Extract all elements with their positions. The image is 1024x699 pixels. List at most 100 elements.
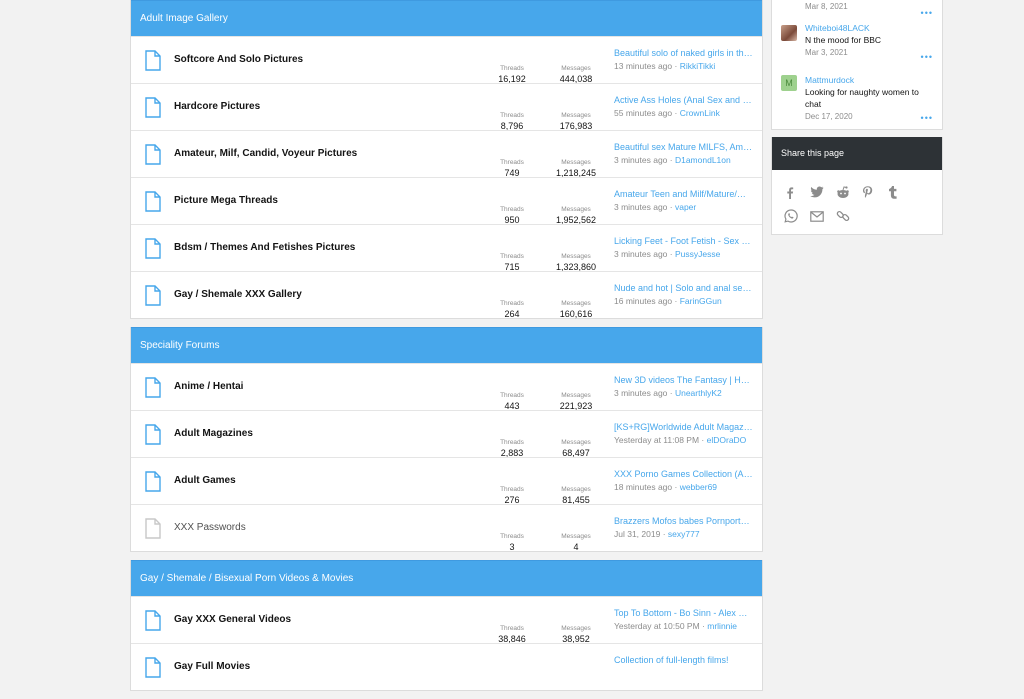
latest-thread-link[interactable]: Collection of full-length films! [614, 654, 754, 667]
twitter-icon[interactable] [810, 180, 836, 204]
category-title[interactable]: Speciality Forums [140, 340, 219, 351]
latest-post: Top To Bottom - Bo Sinn - Alex … Yesterd… [614, 607, 754, 633]
email-icon[interactable] [810, 204, 836, 228]
profile-post-date[interactable]: Mar 3, 2021 [805, 46, 934, 59]
latest-thread-link[interactable]: Amateur Teen and Milf/Mature/… [614, 188, 754, 201]
profile-post-user[interactable]: Whiteboi48LACK [805, 22, 934, 34]
latest-user-link[interactable]: sexy777 [668, 529, 700, 539]
messages-stat: Messages 4 [554, 532, 598, 554]
latest-time[interactable]: 3 minutes ago [614, 388, 667, 398]
forum-node[interactable]: Gay / Shemale XXX Gallery Threads 264 Mes… [131, 271, 762, 319]
latest-user-link[interactable]: webber69 [680, 482, 717, 492]
latest-user-link[interactable]: CrownLink [680, 108, 720, 118]
latest-time[interactable]: 18 minutes ago [614, 482, 672, 492]
forum-title[interactable]: Gay XXX General Videos [174, 597, 291, 643]
share-widget: Share this page [771, 137, 943, 235]
profile-post-date[interactable]: Dec 17, 2020 [805, 110, 934, 123]
forum-title[interactable]: Softcore And Solo Pictures [174, 37, 303, 83]
latest-user-link[interactable]: PussyJesse [675, 249, 720, 259]
forum-node[interactable]: Adult Magazines Threads 2,883 Messages 68,… [131, 410, 762, 458]
latest-time[interactable]: Jul 31, 2019 [614, 529, 660, 539]
threads-label: Threads [500, 159, 524, 166]
latest-time[interactable]: 13 minutes ago [614, 61, 672, 71]
pinterest-icon[interactable] [862, 180, 888, 204]
latest-time[interactable]: 55 minutes ago [614, 108, 672, 118]
latest-thread-link[interactable]: Top To Bottom - Bo Sinn - Alex … [614, 607, 754, 620]
latest-time[interactable]: 16 minutes ago [614, 296, 672, 306]
latest-time[interactable]: Yesterday at 10:50 PM [614, 621, 700, 631]
forum-title[interactable]: Adult Magazines [174, 411, 253, 457]
forum-document-icon [145, 238, 161, 259]
avatar[interactable] [781, 25, 797, 41]
tumblr-icon[interactable] [888, 180, 914, 204]
threads-label: Threads [500, 65, 524, 72]
latest-user-link[interactable]: D1amondL1on [675, 155, 731, 165]
forum-title[interactable]: Bdsm / Themes And Fetishes Pictures [174, 225, 355, 271]
facebook-icon[interactable] [784, 180, 810, 204]
latest-thread-link[interactable]: Beautiful sex Mature MILFS, Ama… [614, 141, 754, 154]
forum-node[interactable]: Gay XXX General Videos Threads 38,846 Mes… [131, 596, 762, 644]
latest-user-link[interactable]: mrlinnie [707, 621, 737, 631]
category-title[interactable]: Gay / Shemale / Bisexual Porn Videos & M… [140, 573, 353, 584]
latest-post: Licking Feet - Foot Fetish - Sex … 3 min… [614, 235, 754, 261]
sidebar: Mar 8, 2021 ••• Whiteboi48LACK N the moo… [771, 0, 943, 243]
forum-node[interactable]: Softcore And Solo Pictures Threads 16,192… [131, 36, 762, 84]
messages-label: Messages [561, 253, 591, 260]
latest-user-link[interactable]: elDOraDO [707, 435, 747, 445]
forum-node[interactable]: Picture Mega Threads Threads 950 Messages… [131, 177, 762, 225]
latest-thread-link[interactable]: Active Ass Holes (Anal Sex and D… [614, 94, 754, 107]
category-header[interactable]: Gay / Shemale / Bisexual Porn Videos & M… [131, 560, 762, 596]
more-options-icon[interactable]: ••• [921, 113, 933, 123]
latest-user-link[interactable]: FarinGGun [680, 296, 722, 306]
forum-title[interactable]: XXX Passwords [174, 505, 246, 551]
forum-title[interactable]: Gay / Shemale XXX Gallery [174, 272, 302, 318]
latest-time[interactable]: 3 minutes ago [614, 155, 667, 165]
forum-node[interactable]: Gay Full Movies Collection of full-lengt… [131, 643, 762, 690]
latest-user-link[interactable]: RikkiTikki [680, 61, 716, 71]
latest-thread-link[interactable]: Brazzers Mofos babes Pornportal… [614, 515, 754, 528]
category-adult-image-gallery: Adult Image Gallery Softcore And Solo Pi… [130, 0, 763, 319]
latest-post: Amateur Teen and Milf/Mature/… 3 minutes… [614, 188, 754, 214]
forum-title[interactable]: Hardcore Pictures [174, 84, 260, 130]
forum-title[interactable]: Adult Games [174, 458, 236, 504]
profile-post-date[interactable]: Mar 8, 2021 [805, 0, 934, 13]
forum-node[interactable]: XXX Passwords Threads 3 Messages 4 Brazzer… [131, 504, 762, 554]
profile-post-user[interactable]: Mattmurdock [805, 74, 934, 86]
forum-title[interactable]: Picture Mega Threads [174, 178, 278, 224]
latest-thread-link[interactable]: Licking Feet - Foot Fetish - Sex … [614, 235, 754, 248]
threads-label: Threads [500, 300, 524, 307]
forum-node[interactable]: Hardcore Pictures Threads 8,796 Messages 1… [131, 83, 762, 131]
latest-time[interactable]: 3 minutes ago [614, 202, 667, 212]
forum-title[interactable]: Anime / Hentai [174, 364, 243, 410]
category-speciality-forums: Speciality Forums Anime / Hentai Threads… [130, 327, 763, 552]
messages-label: Messages [561, 159, 591, 166]
category-title[interactable]: Adult Image Gallery [140, 13, 228, 24]
latest-thread-link[interactable]: Nude and hot | Solo and anal sex… [614, 282, 754, 295]
latest-time[interactable]: 3 minutes ago [614, 249, 667, 259]
latest-thread-link[interactable]: XXX Porno Games Collection (All … [614, 468, 754, 481]
latest-thread-link[interactable]: [KS+RG]Worldwide Adult Magazi… [614, 421, 754, 434]
threads-label: Threads [500, 206, 524, 213]
reddit-icon[interactable] [836, 180, 862, 204]
category-header[interactable]: Speciality Forums [131, 327, 762, 363]
more-options-icon[interactable]: ••• [921, 8, 933, 18]
category-header[interactable]: Adult Image Gallery [131, 0, 762, 36]
latest-thread-link[interactable]: New 3D videos The Fantasy | He… [614, 374, 754, 387]
forum-node[interactable]: Adult Games Threads 276 Messages 81,455 XX… [131, 457, 762, 505]
latest-user-link[interactable]: UnearthlyK2 [675, 388, 722, 398]
forum-title[interactable]: Amateur, Milf, Candid, Voyeur Pictures [174, 131, 357, 177]
forum-node[interactable]: Bdsm / Themes And Fetishes Pictures Thre… [131, 224, 762, 272]
avatar[interactable]: M [781, 75, 797, 91]
more-options-icon[interactable]: ••• [921, 52, 933, 62]
whatsapp-icon[interactable] [784, 204, 810, 228]
forum-title[interactable]: Gay Full Movies [174, 644, 250, 690]
latest-post: Collection of full-length films! [614, 654, 754, 667]
latest-time[interactable]: Yesterday at 11:08 PM [614, 435, 699, 445]
share-header: Share this page [772, 137, 942, 170]
latest-user-link[interactable]: vaper [675, 202, 696, 212]
forum-node[interactable]: Amateur, Milf, Candid, Voyeur Pictures T… [131, 130, 762, 178]
profile-post: Whiteboi48LACK N the mood for BBC Mar 3,… [772, 20, 942, 68]
link-icon[interactable] [836, 204, 862, 228]
forum-node[interactable]: Anime / Hentai Threads 443 Messages 221,92… [131, 363, 762, 411]
latest-thread-link[interactable]: Beautiful solo of naked girls in th… [614, 47, 754, 60]
